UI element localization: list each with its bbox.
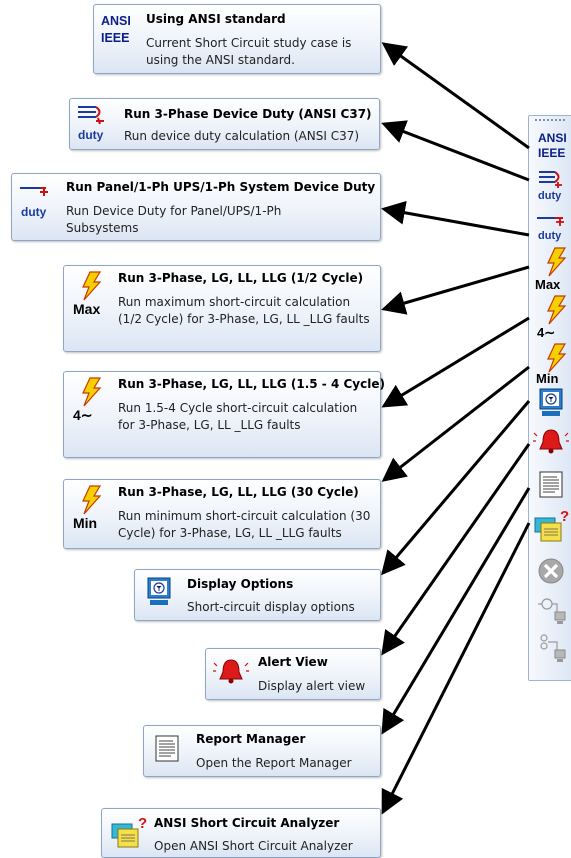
arrow-report-manager <box>381 487 531 735</box>
arrow-panel-duty <box>381 200 530 237</box>
arrow-min-fault <box>381 365 530 482</box>
arrow-short-circuit-analyzer <box>381 522 531 815</box>
callout-arrows <box>381 42 531 815</box>
arrow-max-fault <box>381 265 530 315</box>
arrow-four-cycle-fault <box>381 316 530 408</box>
